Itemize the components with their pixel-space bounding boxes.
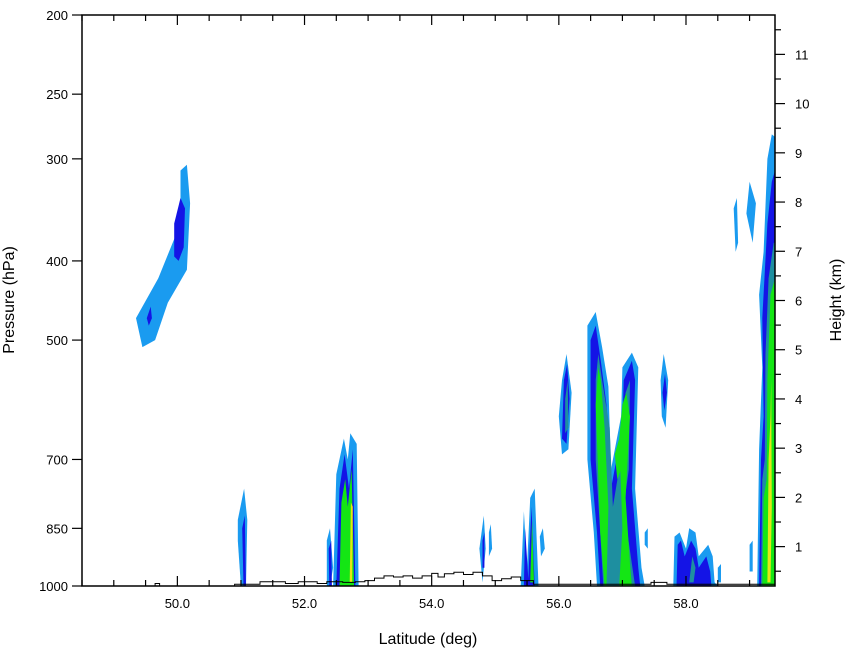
y2-tick-label: 7	[795, 244, 802, 259]
y-tick-label: 250	[46, 87, 68, 102]
contour-region-level-1	[717, 564, 721, 583]
y2-tick-label: 3	[795, 441, 802, 456]
x-tick-label: 52.0	[292, 596, 317, 611]
y2-tick-label: 6	[795, 294, 802, 309]
x-axis-title: Latitude (deg)	[379, 631, 478, 648]
contour-region-level-1	[746, 181, 756, 243]
chart-svg: 50.0 52.0 54.0 56.0 58.020025030040050070085…	[1, 8, 845, 648]
y2-tick-label: 11	[795, 47, 809, 62]
y-tick-label: 700	[46, 452, 68, 467]
y2-tick-label: 4	[795, 392, 802, 407]
x-tick-label: 58.0	[673, 596, 698, 611]
y-tick-label: 200	[46, 8, 68, 23]
y-tick-label: 850	[46, 521, 68, 536]
x-tick-label: 54.0	[419, 596, 444, 611]
x-tick-label: 50.0	[165, 596, 190, 611]
y2-tick-label: 2	[795, 490, 802, 505]
contour-layer	[136, 134, 775, 586]
y2-axis-title: Height (km)	[828, 259, 845, 342]
x-tick-label: 56.0	[546, 596, 571, 611]
y2-tick-label: 8	[795, 195, 802, 210]
y2-tick-label: 1	[795, 540, 802, 555]
terrain-line	[82, 571, 775, 587]
y-tick-label: 400	[46, 254, 68, 269]
contour-region-level-1	[136, 164, 191, 348]
contour-region-level-1	[644, 528, 648, 549]
contour-region-level-1	[488, 524, 493, 557]
y-tick-label: 300	[46, 152, 68, 167]
y2-tick-label: 5	[795, 343, 802, 358]
y-tick-label: 1000	[39, 579, 68, 594]
contour-region-level-1	[733, 198, 739, 252]
tick-layer	[72, 14, 785, 587]
plot-frame	[81, 14, 776, 587]
y2-tick-label: 9	[795, 146, 802, 161]
y-tick-label: 500	[46, 333, 68, 348]
contour-region-level-1	[539, 528, 545, 557]
y2-tick-label: 10	[795, 97, 809, 112]
contour-region-level-1	[749, 540, 753, 572]
y-axis-title: Pressure (hPa)	[1, 246, 18, 354]
terrain-layer	[82, 571, 775, 587]
